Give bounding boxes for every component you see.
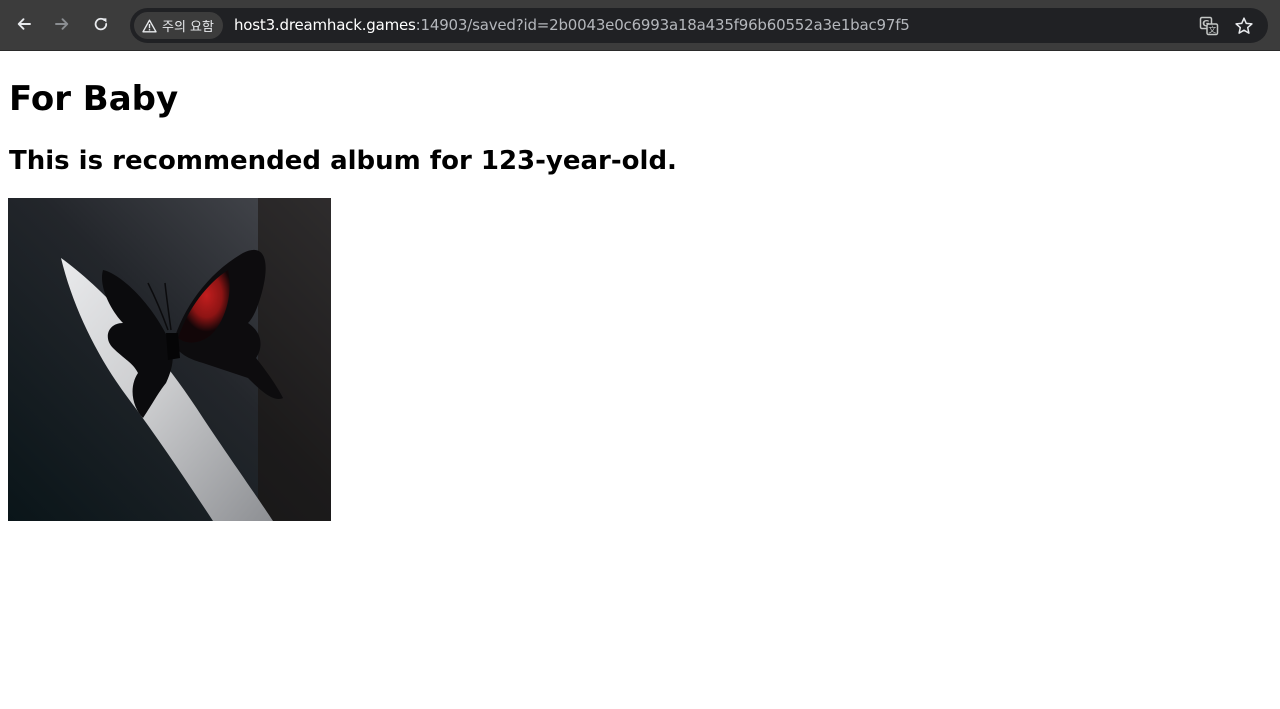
- warning-triangle-icon: [142, 19, 157, 32]
- reload-icon: [94, 17, 108, 31]
- bookmark-button[interactable]: [1232, 14, 1256, 38]
- page-subtitle: This is recommended album for 123-year-o…: [9, 146, 677, 176]
- url-host: host3.dreamhack.games: [234, 16, 416, 34]
- reload-button[interactable]: [86, 9, 116, 39]
- back-arrow-icon: [17, 18, 31, 30]
- translate-button[interactable]: G 文: [1197, 14, 1221, 38]
- star-icon: [1235, 17, 1253, 34]
- album-cover-butterfly-image: [8, 198, 331, 521]
- page-content: For Baby This is recommended album for 1…: [0, 51, 1280, 709]
- url-path: :14903/saved?id=2b0043e0c6993a18a435f96b…: [415, 16, 910, 34]
- album-cover-image: [8, 198, 331, 521]
- security-status-chip[interactable]: 주의 요함: [134, 12, 223, 39]
- browser-toolbar: 주의 요함 host3.dreamhack.games:14903/saved?…: [0, 0, 1280, 51]
- address-bar[interactable]: 주의 요함 host3.dreamhack.games:14903/saved?…: [130, 8, 1268, 43]
- page-title: For Baby: [9, 79, 179, 119]
- forward-button[interactable]: [47, 9, 77, 39]
- security-label: 주의 요함: [162, 20, 214, 35]
- forward-arrow-icon: [55, 18, 69, 30]
- translate-icon: G 文: [1199, 16, 1219, 36]
- url-text[interactable]: host3.dreamhack.games:14903/saved?id=2b0…: [234, 8, 910, 43]
- svg-text:文: 文: [1208, 25, 1216, 35]
- back-button[interactable]: [9, 9, 39, 39]
